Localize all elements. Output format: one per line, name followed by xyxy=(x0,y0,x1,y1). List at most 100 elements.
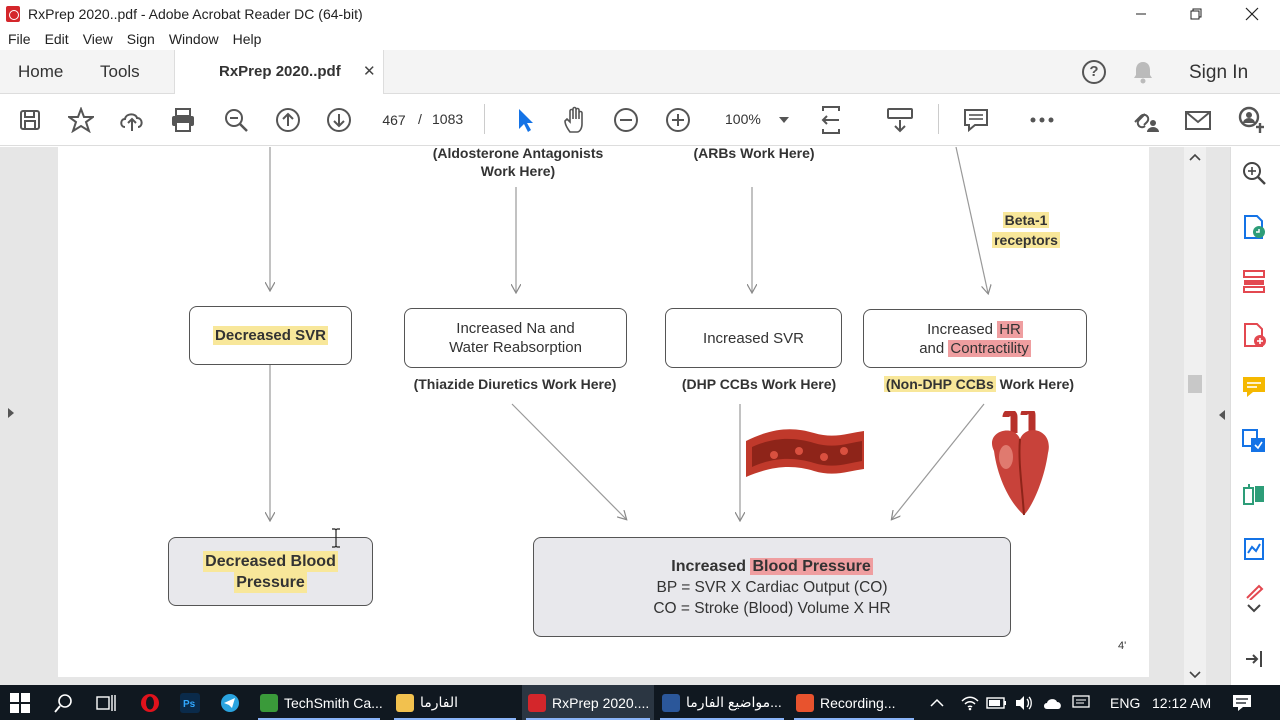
fill-sign-icon[interactable] xyxy=(1241,584,1267,600)
photoshop-icon: Ps xyxy=(180,692,200,713)
menu-window[interactable]: Window xyxy=(169,31,219,47)
save-icon xyxy=(20,110,40,130)
scroll-mode-button[interactable] xyxy=(886,106,914,134)
menu-view[interactable]: View xyxy=(83,31,113,47)
telegram-icon xyxy=(221,693,239,712)
menu-file[interactable]: File xyxy=(8,31,31,47)
cursor-arrow-icon xyxy=(519,109,533,132)
sign-in-button[interactable]: Sign In xyxy=(1189,62,1248,84)
zoom-search-icon[interactable] xyxy=(1241,160,1267,186)
collapse-right-panel-icon xyxy=(1219,410,1225,420)
increased-bp-prefix: Increased xyxy=(671,557,746,575)
blood-vessel-image xyxy=(746,429,864,477)
onedrive-tray-icon[interactable] xyxy=(1042,685,1064,720)
export-pdf-icon[interactable] xyxy=(1241,214,1267,240)
taskbar-clock[interactable]: 12:12 AM xyxy=(1152,695,1211,711)
co-formula: CO = Stroke (Blood) Volume X HR xyxy=(653,599,891,617)
comment-tool-icon[interactable] xyxy=(1241,374,1267,400)
network-tray-icon[interactable] xyxy=(960,685,980,720)
telegram-taskbar-icon[interactable] xyxy=(220,685,240,720)
create-pdf-icon[interactable] xyxy=(1241,322,1267,348)
battery-tray-icon[interactable] xyxy=(986,685,1008,720)
zoom-in-button[interactable] xyxy=(664,106,692,134)
left-panel-collapsed[interactable] xyxy=(0,147,22,685)
hand-tool-button[interactable] xyxy=(561,106,589,134)
comment-button[interactable] xyxy=(962,106,990,134)
tab-close-icon[interactable]: ✕ xyxy=(363,62,376,80)
wifi-icon xyxy=(961,696,979,710)
taskbar-app-word[interactable]: مواضيع الفارما... xyxy=(656,685,788,720)
box-decreased-blood-pressure: Decreased Blood Pressure xyxy=(168,537,373,606)
print-button[interactable] xyxy=(169,106,197,134)
zoom-out-button[interactable] xyxy=(612,106,640,134)
zoom-dropdown[interactable] xyxy=(770,106,798,134)
send-for-signature-icon[interactable] xyxy=(1241,536,1267,562)
select-tool-button[interactable] xyxy=(510,106,538,134)
page-corner-number: 4' xyxy=(1118,640,1127,652)
keyboard-down-icon xyxy=(887,108,913,133)
star-icon xyxy=(68,107,94,133)
hr-increased-text: Increased xyxy=(927,320,994,338)
page-separator: / xyxy=(418,111,422,127)
input-language[interactable]: ENG xyxy=(1110,695,1140,711)
tab-tools[interactable]: Tools xyxy=(100,62,140,82)
compare-files-icon[interactable] xyxy=(1241,482,1267,508)
maximize-button[interactable] xyxy=(1168,0,1224,28)
chevron-down-icon xyxy=(779,117,789,123)
more-tools-chevron-icon[interactable] xyxy=(1241,602,1267,616)
help-icon[interactable]: ? xyxy=(1082,60,1106,84)
tab-home[interactable]: Home xyxy=(18,62,63,82)
opera-taskbar-icon[interactable] xyxy=(140,685,160,720)
menu-sign[interactable]: Sign xyxy=(127,31,155,47)
more-tools-button[interactable] xyxy=(1028,106,1056,134)
minimize-button[interactable] xyxy=(1113,0,1169,28)
close-window-button[interactable] xyxy=(1224,0,1280,28)
plus-circle-icon xyxy=(666,108,690,132)
page-fit-button[interactable] xyxy=(820,106,848,134)
message-icon xyxy=(1072,694,1090,708)
zoom-level-select[interactable]: 100% xyxy=(725,111,761,127)
vertical-scrollbar[interactable] xyxy=(1184,147,1206,685)
notification-bell-icon[interactable] xyxy=(1132,60,1154,84)
taskbar-app-label: RxPrep 2020.... xyxy=(552,694,650,711)
task-view-button[interactable] xyxy=(96,685,116,720)
email-button[interactable] xyxy=(1184,106,1212,134)
toolbar: 467 / 1083 100% xyxy=(0,94,1280,146)
bookmark-button[interactable] xyxy=(67,106,95,134)
taskbar-app-techsmith[interactable]: TechSmith Ca... xyxy=(254,685,384,720)
search-taskbar-button[interactable] xyxy=(54,685,74,720)
show-hidden-icons-button[interactable] xyxy=(930,685,944,720)
scrollbar-thumb[interactable] xyxy=(1188,375,1202,393)
next-page-button[interactable] xyxy=(325,106,353,134)
toolbar-divider xyxy=(484,104,485,134)
menu-help[interactable]: Help xyxy=(233,31,262,47)
acrobat-icon xyxy=(528,693,546,712)
chat-tray-icon[interactable] xyxy=(1072,685,1090,720)
search-icon xyxy=(54,693,72,713)
upload-button[interactable] xyxy=(118,106,146,134)
share-link-button[interactable] xyxy=(1131,106,1159,134)
find-button[interactable] xyxy=(222,106,250,134)
taskbar-app-recording[interactable]: Recording... xyxy=(790,685,918,720)
taskbar-app-acrobat[interactable]: RxPrep 2020.... xyxy=(522,685,654,720)
label-arbs: (ARBs Work Here) xyxy=(693,145,815,161)
page-number-input[interactable]: 467 xyxy=(374,108,414,132)
tab-document[interactable]: RxPrep 2020..pdf ✕ xyxy=(174,50,384,94)
photoshop-taskbar-icon[interactable]: Ps xyxy=(180,685,200,720)
beta1-line1: Beta-1 xyxy=(1002,212,1050,228)
organize-pages-icon[interactable] xyxy=(1241,268,1267,294)
taskbar-app-folder[interactable]: الفارما xyxy=(390,685,520,720)
previous-page-button[interactable] xyxy=(274,106,302,134)
acrobat-app-icon xyxy=(6,6,20,22)
start-button[interactable] xyxy=(10,685,30,720)
arrow-non-dhp xyxy=(892,403,985,519)
edit-pdf-icon[interactable] xyxy=(1241,428,1267,454)
title-bar: RxPrep 2020..pdf - Adobe Acrobat Reader … xyxy=(0,0,1280,28)
menu-edit[interactable]: Edit xyxy=(45,31,69,47)
arrow-down-circle-icon xyxy=(327,108,351,132)
action-center-button[interactable] xyxy=(1232,685,1252,720)
collapse-panel-icon[interactable] xyxy=(1241,646,1267,672)
volume-tray-icon[interactable] xyxy=(1014,685,1034,720)
add-user-button[interactable] xyxy=(1236,106,1264,134)
save-button[interactable] xyxy=(16,106,44,134)
